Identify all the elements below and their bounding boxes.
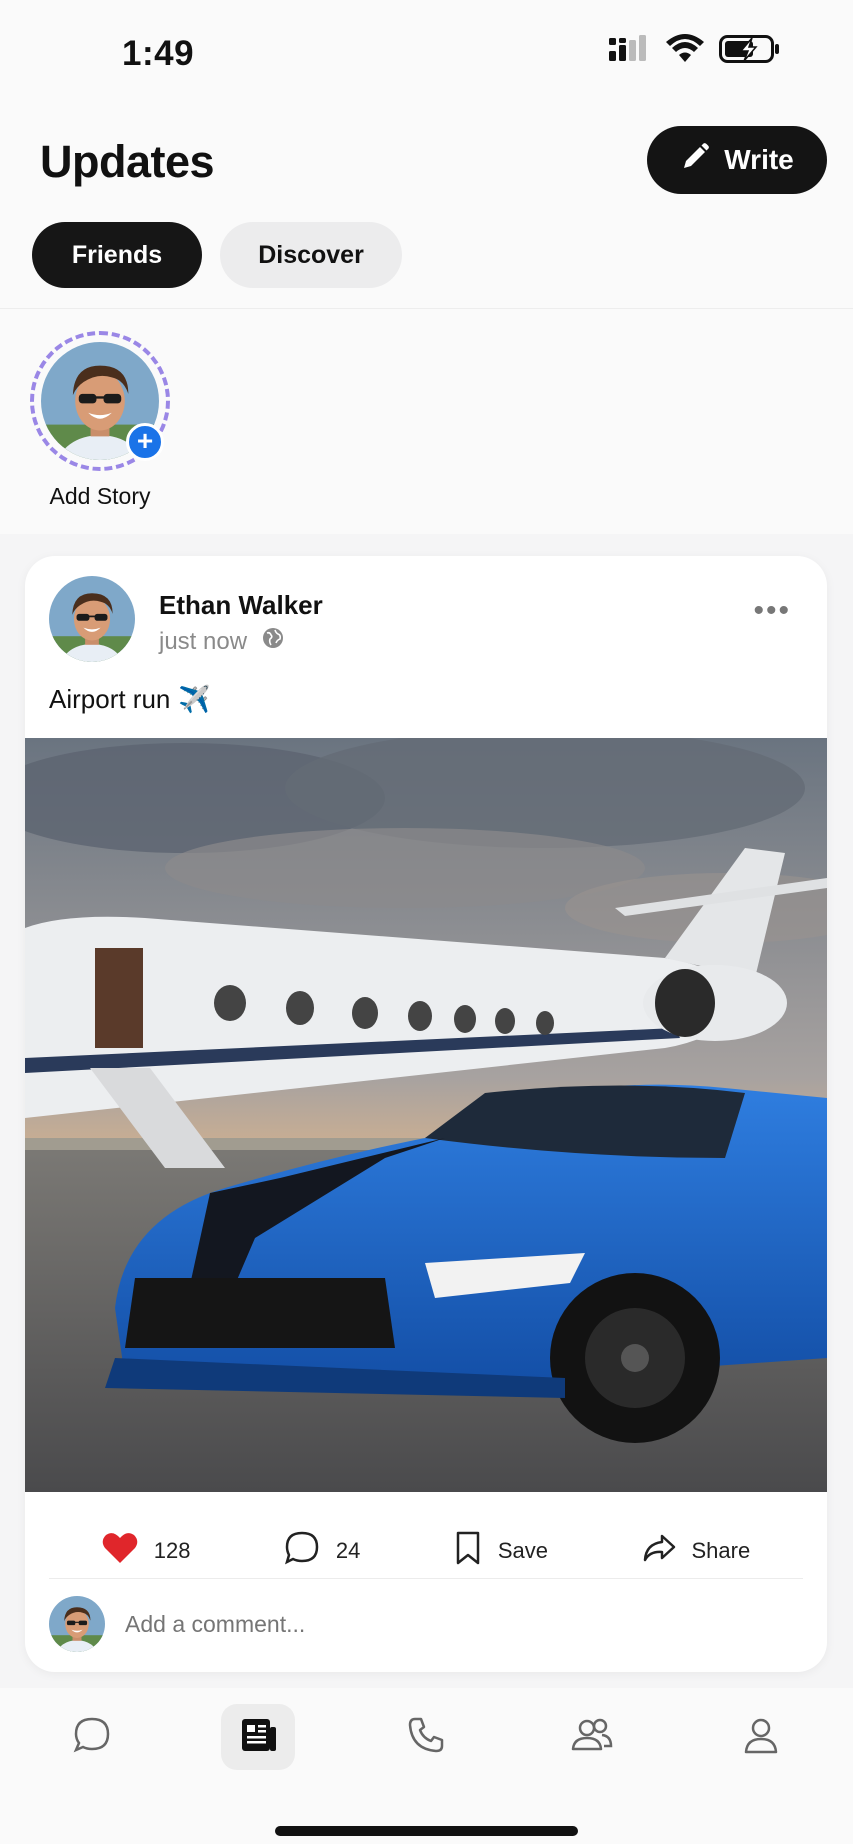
share-arrow-icon	[642, 1533, 676, 1569]
nav-profile[interactable]	[724, 1704, 798, 1770]
nav-chats[interactable]	[55, 1704, 129, 1770]
comment-bubble-icon	[284, 1530, 320, 1572]
comment-row	[49, 1596, 725, 1652]
pencil-icon	[680, 142, 710, 179]
post-text: Airport run ✈️	[49, 684, 211, 715]
wifi-icon	[665, 34, 705, 69]
post-text-content: Airport run	[49, 684, 171, 714]
comment-count: 24	[335, 1538, 361, 1563]
status-bar: 1:49	[0, 0, 853, 100]
write-button-label: Write	[724, 144, 794, 175]
comment-input[interactable]	[125, 1610, 725, 1638]
status-icons	[607, 34, 781, 69]
heart-icon	[102, 1532, 138, 1570]
post-author-avatar[interactable]	[49, 576, 135, 662]
nav-calls[interactable]	[389, 1704, 463, 1770]
story-ring: +	[30, 331, 170, 471]
airplane-emoji: ✈️	[178, 684, 211, 714]
share-label: Share	[691, 1538, 751, 1563]
more-options-icon[interactable]: •••	[753, 594, 791, 628]
nav-updates[interactable]	[221, 1704, 295, 1770]
save-button[interactable]: Save	[454, 1531, 548, 1571]
phone-icon	[406, 1715, 446, 1760]
cellular-signal-icon	[607, 35, 651, 68]
post-actions: 128 24 Save Share	[25, 1516, 827, 1586]
bookmark-icon	[454, 1531, 482, 1571]
post-meta: just now	[159, 626, 285, 657]
chat-bubble-icon	[72, 1715, 112, 1760]
globe-icon	[261, 626, 285, 657]
save-label: Save	[497, 1538, 549, 1563]
nav-friends[interactable]	[555, 1704, 629, 1770]
newspaper-icon	[238, 1715, 278, 1760]
person-icon	[741, 1715, 781, 1760]
post-image[interactable]	[25, 738, 827, 1492]
header: Updates Write Friends Discover	[0, 100, 853, 308]
feed-tabs: Friends Discover	[32, 222, 402, 288]
status-time: 1:49	[122, 34, 195, 73]
write-button[interactable]: Write	[647, 126, 827, 194]
share-button[interactable]: Share	[642, 1533, 751, 1569]
post-card: Ethan Walker just now ••• Airport run ✈️	[25, 556, 827, 1672]
stories-row: + Add Story	[0, 308, 853, 534]
bottom-nav	[0, 1688, 853, 1844]
story-label: Add Story	[49, 483, 151, 509]
tab-friends[interactable]: Friends	[32, 222, 202, 288]
post-timestamp: just now	[159, 627, 248, 655]
add-story[interactable]: + Add Story	[30, 331, 170, 510]
tab-discover[interactable]: Discover	[220, 222, 402, 288]
comment-button[interactable]: 24	[284, 1530, 360, 1572]
home-indicator	[275, 1826, 578, 1836]
like-count: 128	[153, 1538, 191, 1563]
avatar	[49, 1596, 105, 1652]
add-story-plus-icon[interactable]: +	[126, 423, 164, 461]
divider	[49, 1578, 803, 1579]
people-icon	[570, 1715, 614, 1760]
post-author-name[interactable]: Ethan Walker	[159, 590, 323, 621]
like-button[interactable]: 128	[102, 1532, 191, 1570]
page-title: Updates	[40, 136, 215, 187]
battery-charging-icon	[719, 34, 781, 69]
